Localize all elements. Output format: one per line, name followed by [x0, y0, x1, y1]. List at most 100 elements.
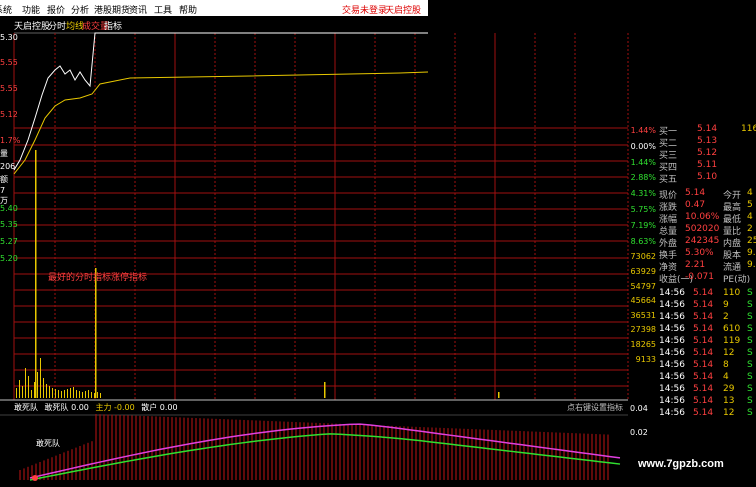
tick-price: 5.14: [693, 300, 714, 310]
volume-bar: [324, 382, 326, 398]
axis-label: 5.40: [0, 204, 18, 213]
quote-row: 外盘 242345 内盘 259: [657, 236, 756, 249]
volume-bar: [94, 393, 95, 398]
tick-price: 5.14: [693, 384, 714, 394]
chart-area[interactable]: [0, 30, 630, 482]
app-name: 天启控股: [385, 6, 422, 16]
volume-bar: [35, 150, 37, 398]
tick-volume: 13: [723, 396, 735, 406]
indicator-value-1: 敢死队 0.00: [44, 403, 89, 412]
bid-row[interactable]: 买四 5.11: [657, 160, 756, 173]
axis-label: 5.55: [0, 84, 18, 93]
tick-price: 5.14: [693, 408, 714, 418]
volume-bar: [37, 372, 38, 398]
tick-row: 14:56 5.14 8 S: [657, 360, 756, 371]
volume-bar: [100, 393, 101, 398]
tick-time: 14:56: [659, 372, 685, 382]
indicator-name[interactable]: 敢死队: [14, 403, 38, 412]
quote-value-2: 4: [747, 212, 753, 222]
axis-label: 5.55: [0, 58, 18, 67]
volume-bar: [58, 390, 59, 398]
volume-bar: [31, 390, 32, 398]
chart-annotation: 最好的分时指标涨停指标: [48, 273, 148, 283]
indicator-value-2: 主力 -0.00: [95, 403, 135, 412]
watermark: www.7gpzb.com: [638, 458, 724, 470]
menu-tools[interactable]: 工具: [154, 3, 172, 16]
pct-label: 8.63%: [630, 237, 656, 246]
average-price-line: [13, 71, 429, 175]
volume-bar: [76, 390, 77, 398]
quote-value: 242345: [685, 236, 720, 246]
quote-key-2: PE(动): [723, 275, 751, 285]
bid-row[interactable]: 买一 5.14 116: [657, 124, 756, 137]
menu-function[interactable]: 功能: [22, 3, 40, 16]
quote-value: 5.30%: [685, 248, 714, 258]
volume-bar: [25, 368, 26, 398]
tick-row: 14:56 5.14 12 S: [657, 408, 756, 419]
quote-row: 涨跌 0.47 最高 5: [657, 200, 756, 213]
axis-label: 5.35: [0, 220, 18, 229]
tick-price: 5.14: [693, 372, 714, 382]
bid-row[interactable]: 买五 5.10: [657, 172, 756, 185]
tick-side: S: [747, 300, 753, 310]
menu-analysis[interactable]: 分析: [71, 3, 89, 16]
bid-row[interactable]: 买二 5.13: [657, 136, 756, 149]
volume-bar: [79, 391, 80, 398]
quote-row: 换手 5.30% 股本 9.4: [657, 248, 756, 261]
tick-side: S: [747, 324, 753, 334]
menu-help[interactable]: 帮助: [179, 3, 197, 16]
vol-label: 18265: [630, 340, 656, 349]
tick-price: 5.14: [693, 324, 714, 334]
tick-volume: 29: [723, 384, 735, 394]
menu-news[interactable]: 资讯: [129, 3, 147, 16]
tick-price: 5.14: [693, 336, 714, 346]
tick-volume: 2: [723, 312, 729, 322]
axis-label: 5.27: [0, 237, 18, 246]
quote-value-2: 4: [747, 188, 753, 198]
menu-quote[interactable]: 报价: [47, 3, 65, 16]
menu-hk-futures[interactable]: 港股期货: [94, 3, 130, 16]
volume-bar: [82, 392, 83, 398]
volume-bar: [97, 392, 98, 398]
axis-label: 5.20: [0, 254, 18, 263]
quote-row: 总量 502020 量比 2: [657, 224, 756, 237]
quote-value: 5.14: [685, 188, 706, 198]
tick-row: 14:56 5.14 9 S: [657, 300, 756, 311]
axis-label: 206: [0, 162, 16, 171]
dead-squad-label: 敢死队: [36, 439, 60, 448]
volume-bar: [28, 376, 29, 398]
volume-bar: [61, 391, 62, 398]
tick-side: S: [747, 360, 753, 370]
axis-label: 额: [0, 175, 8, 184]
tick-side: S: [747, 288, 753, 298]
axis-label: 5.12: [0, 110, 18, 119]
volume-bar: [16, 388, 17, 398]
pct-label: 7.19%: [630, 221, 656, 230]
quote-value-2: 9.4: [747, 248, 756, 258]
tick-side: S: [747, 408, 753, 418]
volume-bar: [22, 386, 23, 398]
trade-status[interactable]: 交易未登录: [342, 3, 387, 16]
volume-bar: [91, 392, 92, 398]
volume-bar: [95, 268, 97, 398]
tick-side: S: [747, 384, 753, 394]
volume-bar: [52, 388, 53, 398]
quote-row: 收益(一) -0.071 PE(动): [657, 272, 756, 285]
volume-bar: [67, 389, 68, 398]
indicator-hint[interactable]: 点右键设置指标: [567, 402, 623, 413]
volume-bar: [49, 386, 50, 398]
volume-bar: [55, 389, 56, 398]
tick-row: 14:56 5.14 610 S: [657, 324, 756, 335]
bid-row[interactable]: 买三 5.12: [657, 148, 756, 161]
tick-price: 5.14: [693, 360, 714, 370]
tick-volume: 4: [723, 372, 729, 382]
menu-system[interactable]: 系统: [0, 3, 12, 16]
volume-bar: [34, 382, 35, 398]
quote-row: 涨幅 10.06% 最低 4: [657, 212, 756, 225]
quote-value-2: 5: [747, 200, 753, 210]
pct-label: 1.44%: [630, 126, 656, 135]
tick-side: S: [747, 396, 753, 406]
tick-time: 14:56: [659, 348, 685, 358]
quote-value: 10.06%: [685, 212, 720, 222]
tick-time: 14:56: [659, 324, 685, 334]
